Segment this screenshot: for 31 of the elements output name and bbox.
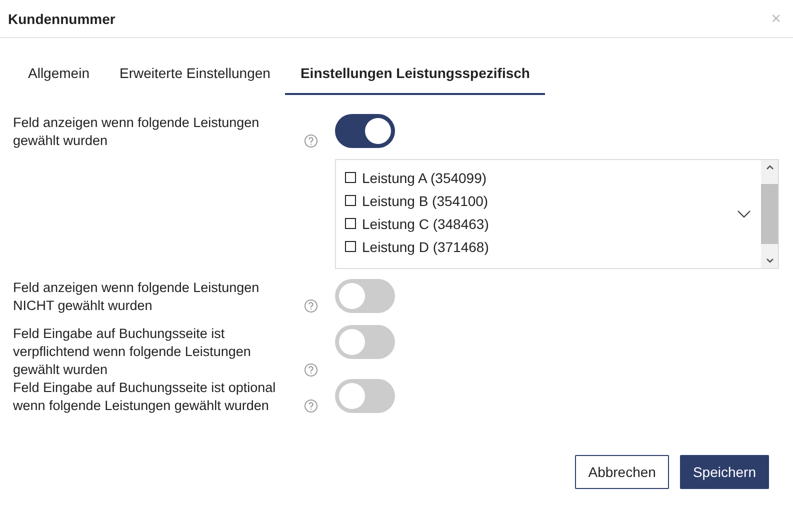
checkbox[interactable] — [345, 241, 356, 252]
multi-select-list[interactable]: Leistung A (354099) Leistung B (354100) Leistung C (348463) Leistung D (371468) — [335, 159, 779, 269]
list-item[interactable]: Leistung C (348463) — [362, 216, 489, 232]
toggle-switch[interactable] — [335, 279, 395, 313]
list-item[interactable]: Leistung A (354099) — [362, 170, 487, 186]
checkbox[interactable] — [345, 172, 356, 183]
toggle-switch[interactable] — [335, 379, 395, 413]
dialog-title: Kundennummer — [8, 10, 116, 26]
save-button[interactable]: Speichern — [680, 455, 769, 489]
setting-label: Feld anzeigen wenn folgende Leistungen NICHT gewählt wurden — [13, 279, 260, 315]
chevron-down-icon[interactable] — [737, 210, 751, 218]
help-icon[interactable] — [304, 134, 318, 148]
checkbox[interactable] — [345, 195, 356, 206]
list-item[interactable]: Leistung D (371468) — [362, 238, 489, 254]
scrollbar[interactable] — [761, 160, 778, 268]
scroll-down-icon[interactable] — [766, 258, 774, 264]
cancel-button[interactable]: Abbrechen — [575, 455, 669, 489]
help-icon[interactable] — [304, 363, 318, 377]
toggle-switch[interactable] — [335, 325, 395, 359]
help-icon[interactable] — [304, 399, 318, 413]
setting-label: Feld Eingabe auf Buchungsseite ist verpflichtend wenn folgende Leistungen gewählt wurden — [13, 325, 252, 379]
tab[interactable]: Einstellungen Leistungsspezifisch — [285, 56, 545, 95]
list-item[interactable]: Leistung B (354100) — [362, 192, 488, 208]
scroll-up-icon[interactable] — [766, 164, 774, 170]
setting-label: Feld Eingabe auf Buchungsseite ist optional wenn folgende Leistungen gewählt wurden — [13, 379, 277, 415]
tab[interactable]: Allgemein — [13, 56, 104, 95]
toggle-switch[interactable] — [335, 114, 395, 148]
tab[interactable]: Erweiterte Einstellungen — [104, 56, 286, 95]
help-icon[interactable] — [304, 299, 318, 313]
setting-label: Feld anzeigen wenn folgende Leistungen gewählt wurden — [13, 114, 260, 150]
checkbox[interactable] — [345, 218, 356, 229]
